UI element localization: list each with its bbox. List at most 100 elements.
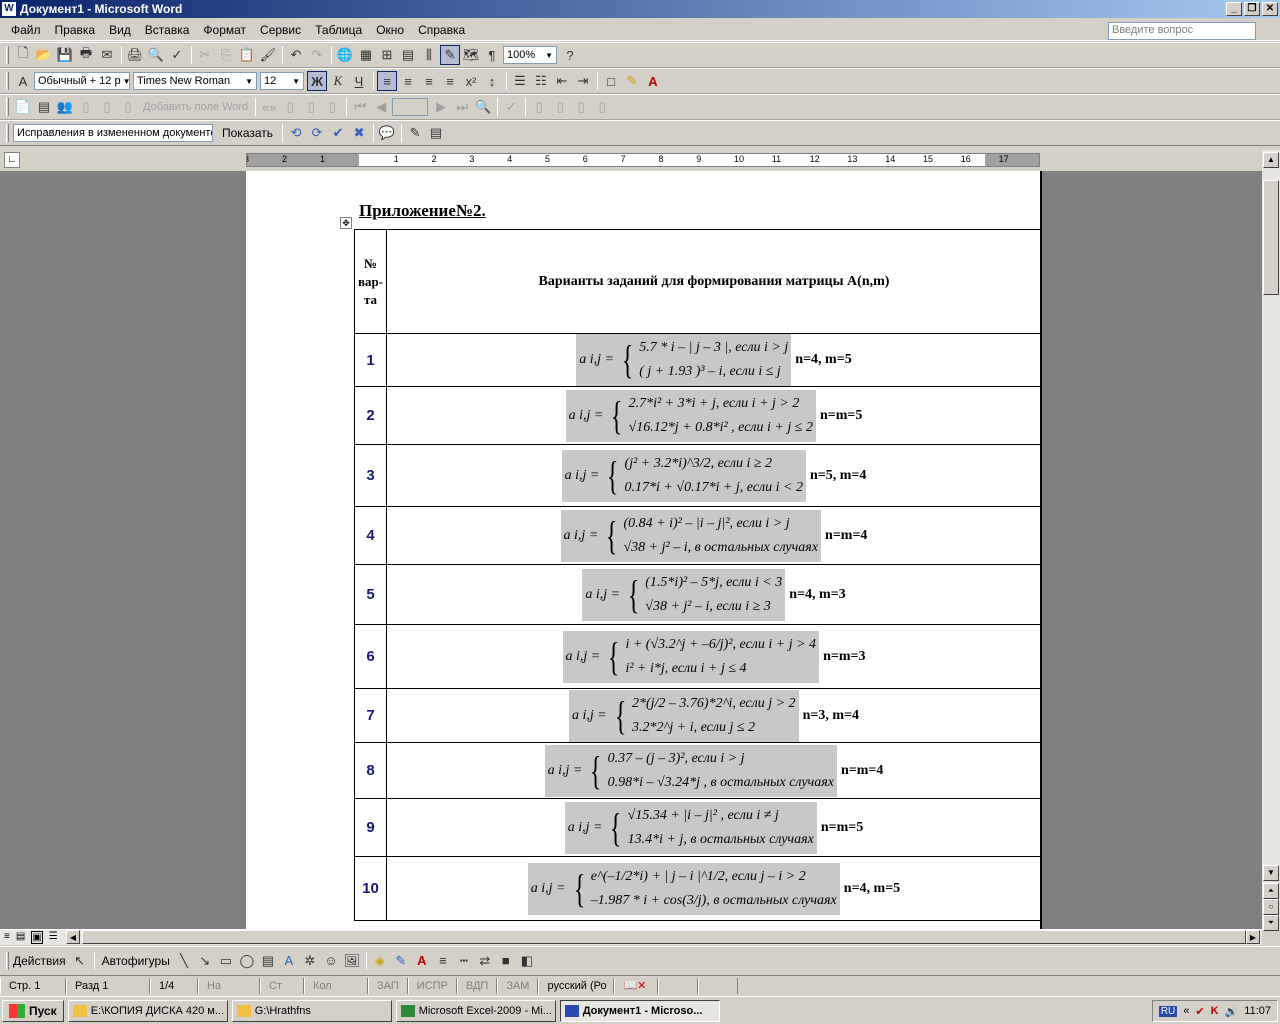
horizontal-ruler[interactable]: 3211234567891011121314151617: [246, 153, 1040, 167]
language-indicator[interactable]: RU: [1158, 1005, 1178, 1017]
start-button[interactable]: Пуск: [2, 999, 64, 1022]
menu-file[interactable]: Файл: [4, 23, 48, 37]
wordart-icon[interactable]: A: [279, 951, 299, 971]
drawing-icon[interactable]: ✎: [440, 45, 460, 65]
formula-object[interactable]: a i,j = {2.7*i² + 3*i + j, если i + j > 2…: [565, 389, 816, 442]
increase-indent-icon[interactable]: ⇥: [573, 71, 593, 91]
recipients-icon[interactable]: 👥: [55, 97, 75, 117]
arrow-style-icon[interactable]: ⇄: [475, 951, 495, 971]
vertical-scrollbar[interactable]: ▲ ▼ ⏶ ○ ⏷: [1262, 150, 1280, 931]
formula-cell[interactable]: a i,j = {√15.34 + |i – j|² , если i ≠ j 13…: [386, 798, 1042, 857]
line-style-icon[interactable]: ≡: [433, 951, 453, 971]
status-ovr[interactable]: ЗАМ: [497, 977, 539, 994]
help-icon[interactable]: ?: [560, 45, 580, 65]
outline-view-icon[interactable]: ☰: [49, 931, 58, 944]
insert-comment-icon[interactable]: 💬: [377, 123, 397, 143]
next-page-icon[interactable]: ⏷: [1263, 915, 1279, 931]
taskbar-item-explorer-g[interactable]: G:\Hrathfns: [231, 999, 392, 1022]
superscript-icon[interactable]: x²: [461, 71, 481, 91]
menu-edit[interactable]: Правка: [48, 23, 103, 37]
formula-cell[interactable]: a i,j = {i + (√3.2^j + –6/j)², если i + j…: [386, 624, 1042, 689]
last-record-icon[interactable]: ⏭: [452, 97, 472, 117]
match-fields-icon[interactable]: ▯: [301, 97, 321, 117]
paste-icon[interactable]: 📋: [237, 45, 257, 65]
formula-object[interactable]: a i,j = {(j² + 3.2*i)^3/2, если i ≥ 2 0.17…: [561, 449, 806, 502]
merge-to-email-icon[interactable]: ▯: [571, 97, 591, 117]
print-layout-icon[interactable]: ▣: [31, 931, 43, 944]
close-button[interactable]: ✕: [1262, 2, 1278, 16]
formula-cell[interactable]: a i,j = {0.37 – (j – 3)², если i > j 0.98*…: [386, 742, 1042, 799]
normal-view-icon[interactable]: ≡: [4, 931, 10, 944]
spelling-status-icon[interactable]: 📖✕: [614, 977, 659, 994]
copy-icon[interactable]: ⎘: [216, 45, 236, 65]
formula-cell[interactable]: a i,j = {(1.5*i)² – 5*j, если i < 3 √38 + …: [386, 564, 1042, 625]
scroll-right-icon[interactable]: ▶: [1246, 930, 1260, 944]
scroll-thumb[interactable]: [1263, 180, 1279, 295]
decrease-indent-icon[interactable]: ⇤: [552, 71, 572, 91]
oval-icon[interactable]: ◯: [237, 951, 257, 971]
insert-address-icon[interactable]: ▯: [76, 97, 96, 117]
formula-cell[interactable]: a i,j = {e^(–1/2*i) + | j – i |^1/2, если…: [386, 856, 1042, 921]
email-icon[interactable]: ✉: [97, 45, 117, 65]
insert-merge-fields-icon[interactable]: ▯: [118, 97, 138, 117]
new-document-icon[interactable]: 🗋: [13, 45, 33, 65]
insert-excel-icon[interactable]: ▤: [398, 45, 418, 65]
open-data-source-icon[interactable]: ▤: [34, 97, 54, 117]
first-record-icon[interactable]: ⏮: [350, 97, 370, 117]
fill-color-icon[interactable]: ◈: [370, 951, 390, 971]
web-view-icon[interactable]: ▤: [16, 931, 25, 944]
font-size-select[interactable]: 12 ▼: [260, 72, 304, 90]
line-icon[interactable]: ╲: [174, 951, 194, 971]
accept-change-icon[interactable]: ✔: [328, 123, 348, 143]
save-icon[interactable]: 💾: [55, 45, 75, 65]
clip-art-icon[interactable]: ☺: [321, 951, 341, 971]
horizontal-scrollbar[interactable]: ≡ ▤ ▣ ☰ ◀ ▶: [0, 929, 1262, 945]
track-changes-icon[interactable]: ✎: [405, 123, 425, 143]
highlight-icon[interactable]: ✎: [622, 71, 642, 91]
permission-icon[interactable]: 🖶: [76, 45, 96, 65]
align-center-icon[interactable]: ≡: [398, 71, 418, 91]
highlight-fields-icon[interactable]: ▯: [280, 97, 300, 117]
font-select[interactable]: Times New Roman ▼: [133, 72, 257, 90]
next-change-icon[interactable]: ⟳: [307, 123, 327, 143]
bullets-icon[interactable]: ☷: [531, 71, 551, 91]
next-record-icon[interactable]: ▶: [431, 97, 451, 117]
formula-cell[interactable]: a i,j = {(j² + 3.2*i)^3/2, если i ≥ 2 0.17…: [386, 444, 1042, 507]
redo-icon[interactable]: ↷: [307, 45, 327, 65]
add-word-field-button[interactable]: Добавить поле Word: [143, 101, 248, 113]
scroll-down-icon[interactable]: ▼: [1263, 865, 1279, 881]
formula-object[interactable]: a i,j = {5.7 * i – | j – 3 |, если i > j (…: [576, 334, 792, 386]
view-merged-data-icon[interactable]: «»: [259, 97, 279, 117]
ask-question-input[interactable]: Введите вопрос: [1108, 22, 1256, 40]
taskbar-item-word[interactable]: Документ1 - Microso...: [559, 999, 720, 1022]
styles-icon[interactable]: A: [13, 71, 33, 91]
draw-font-color-icon[interactable]: A: [412, 951, 432, 971]
track-changes-display-select[interactable]: Исправления в измененном документе▼: [13, 124, 213, 142]
formula-object[interactable]: a i,j = {(1.5*i)² – 5*j, если i < 3 √38 + …: [582, 568, 786, 621]
tray-expand-icon[interactable]: «: [1183, 1005, 1189, 1017]
formula-object[interactable]: a i,j = {e^(–1/2*i) + | j – i |^1/2, если…: [527, 862, 840, 915]
table-move-handle-icon[interactable]: ✥: [340, 217, 352, 229]
insert-greeting-icon[interactable]: ▯: [97, 97, 117, 117]
formula-object[interactable]: a i,j = {i + (√3.2^j + –6/j)², если i + j…: [562, 630, 820, 683]
draw-actions-menu[interactable]: Действия: [13, 954, 66, 968]
underline-button[interactable]: Ч: [349, 71, 369, 91]
font-color-icon[interactable]: A: [643, 71, 663, 91]
show-menu[interactable]: Показать: [222, 126, 273, 140]
format-painter-icon[interactable]: 🖌: [258, 45, 278, 65]
formula-cell[interactable]: a i,j = {(0.84 + i)² – |i – j|², если i >…: [386, 506, 1042, 565]
minimize-button[interactable]: _: [1226, 2, 1242, 16]
menu-table[interactable]: Таблица: [308, 23, 369, 37]
align-right-icon[interactable]: ≡: [419, 71, 439, 91]
line-spacing-icon[interactable]: ↕: [482, 71, 502, 91]
horizontal-thumb[interactable]: [82, 930, 1246, 944]
menu-format[interactable]: Формат: [196, 23, 253, 37]
taskbar-item-explorer-e[interactable]: E:\КОПИЯ ДИСКА 420 м...: [67, 999, 228, 1022]
cut-icon[interactable]: ✂: [195, 45, 215, 65]
tables-borders-icon[interactable]: ▦: [356, 45, 376, 65]
formula-cell[interactable]: a i,j = {2.7*i² + 3*i + j, если i + j > 2…: [386, 386, 1042, 445]
merge-to-fax-icon[interactable]: ▯: [592, 97, 612, 117]
scroll-up-icon[interactable]: ▲: [1263, 152, 1279, 168]
formula-object[interactable]: a i,j = {(0.84 + i)² – |i – j|², если i >…: [560, 509, 822, 562]
record-input[interactable]: [392, 98, 429, 116]
